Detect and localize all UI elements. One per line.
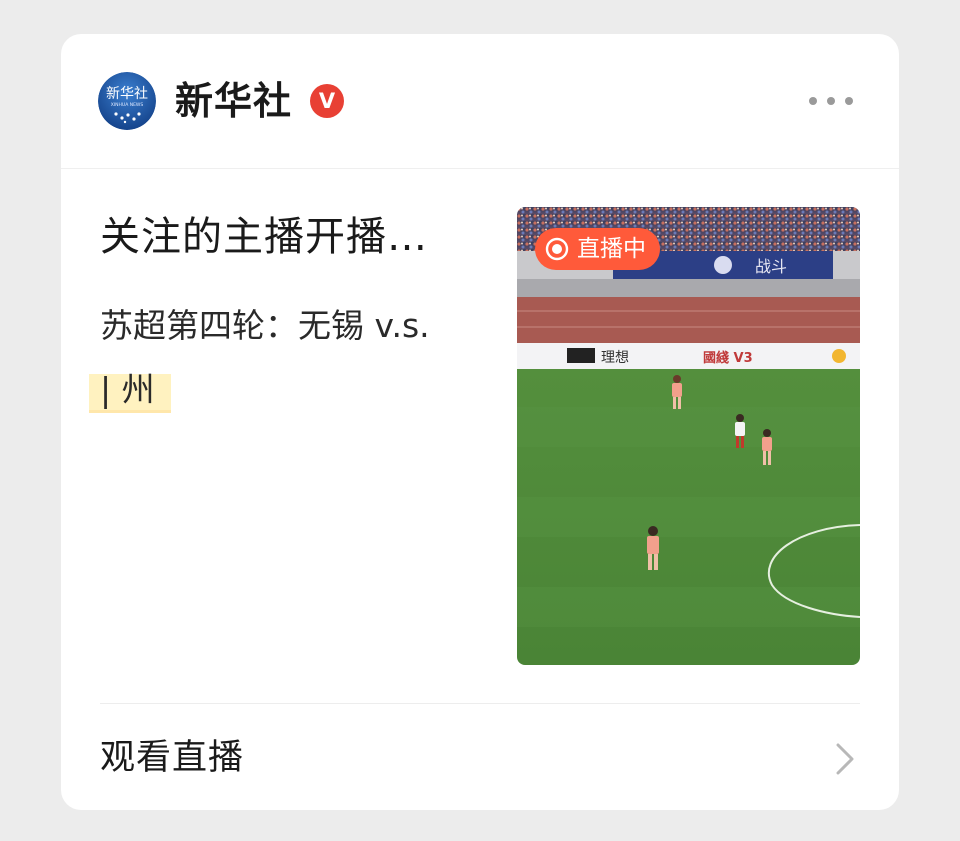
stadium-banner-text: 战斗 [755, 257, 787, 276]
avatar-logo-text: 新华社 [106, 86, 148, 102]
post-card: 新华社 XINHUA NEWS 新华社 V 关注的主播开播… 苏超第四轮：无锡 … [61, 34, 899, 810]
live-stream-thumbnail[interactable]: 战斗 理想 國綫 V3 直播中 [517, 207, 860, 665]
more-dot [845, 97, 853, 105]
watch-live-label: 观看直播 [100, 738, 245, 778]
match-description-line2: | 州 [100, 370, 155, 409]
chevron-right-icon [836, 743, 854, 775]
more-options-button[interactable] [806, 88, 856, 114]
avatar-logo-subtext: XINHUA NEWS [111, 102, 144, 108]
match-description: 苏超第四轮：无锡 v.s. [100, 304, 434, 350]
verified-badge: V [310, 84, 344, 118]
xinhua-logo-icon: 新华社 XINHUA NEWS [98, 72, 156, 130]
match-prefix: 苏超第四轮： [100, 306, 298, 345]
more-dot [827, 97, 835, 105]
post-header: 新华社 XINHUA NEWS 新华社 V [61, 34, 899, 169]
ad-board-brand-2: 國綫 V3 [703, 350, 753, 366]
football-match-image: 战斗 理想 國綫 V3 [517, 207, 860, 665]
account-name[interactable]: 新华社 [175, 78, 292, 124]
more-dot [809, 97, 817, 105]
match-teams-highlight: 无锡 v.s. [290, 304, 434, 350]
ad-board-brand-1: 理想 [601, 350, 629, 366]
live-notice-title[interactable]: 关注的主播开播… [100, 212, 428, 262]
live-status-badge: 直播中 [535, 228, 660, 270]
live-status-label: 直播中 [577, 236, 646, 262]
watch-live-button[interactable]: 观看直播 [61, 704, 899, 810]
live-record-icon [545, 237, 569, 261]
account-avatar[interactable]: 新华社 XINHUA NEWS [98, 72, 156, 130]
